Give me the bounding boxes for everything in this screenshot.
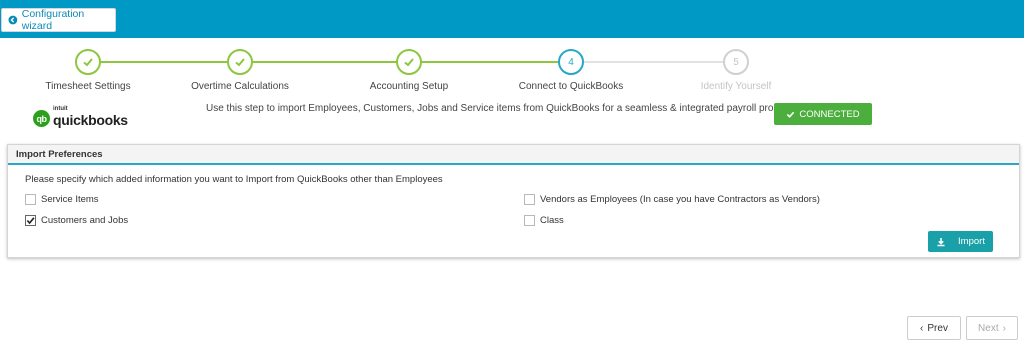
main-content: Timesheet Settings Overtime Calculations… [0, 38, 1024, 345]
step-todo-circle: 5 [723, 49, 749, 75]
import-instruction: Please specify which added information y… [25, 174, 443, 185]
step-timesheet-settings[interactable]: Timesheet Settings [8, 38, 168, 92]
step-identify-yourself[interactable]: 5 Identify Yourself [656, 38, 816, 92]
step-done-circle [227, 49, 253, 75]
step-accounting-setup[interactable]: Accounting Setup [329, 38, 489, 92]
option-vendors-as-employees[interactable]: Vendors as Employees (In case you have C… [524, 194, 820, 205]
step-connect-to-quickbooks[interactable]: 4 Connect to QuickBooks [491, 38, 651, 92]
quickbooks-logo: qb intuit quickbooks [33, 106, 128, 127]
step-label: Identify Yourself [700, 81, 772, 92]
service-items-checkbox[interactable] [25, 194, 36, 205]
option-class[interactable]: Class [524, 215, 564, 226]
option-customers-and-jobs[interactable]: Customers and Jobs [25, 215, 128, 226]
import-preferences-panel: Import Preferences Please specify which … [7, 144, 1020, 258]
connected-label: CONNECTED [799, 108, 860, 120]
step-done-circle [396, 49, 422, 75]
checkmark-icon [235, 58, 245, 67]
quickbooks-description: Use this step to import Employees, Custo… [206, 103, 808, 114]
option-label: Class [540, 215, 564, 226]
connected-status-button[interactable]: CONNECTED [774, 103, 872, 125]
option-label: Customers and Jobs [41, 215, 129, 226]
panel-title: Import Preferences [8, 145, 1019, 165]
quickbooks-label: quickbooks [53, 112, 128, 128]
panel-body: Please specify which added information y… [8, 165, 1019, 257]
prev-label: Prev [927, 322, 948, 334]
vendors-as-employees-checkbox[interactable] [524, 194, 535, 205]
chevron-left-icon: ‹ [920, 322, 924, 334]
step-active-circle: 4 [558, 49, 584, 75]
step-label: Connect to QuickBooks [518, 81, 624, 92]
step-done-circle [75, 49, 101, 75]
configuration-wizard-button[interactable]: Configuration wizard [1, 8, 116, 32]
import-label: Import [958, 236, 985, 247]
configuration-wizard-label: Configuration wizard [21, 8, 85, 32]
option-service-items[interactable]: Service Items [25, 194, 99, 205]
option-label: Service Items [41, 194, 99, 205]
step-label: Timesheet Settings [45, 81, 131, 92]
quickbooks-mark-icon: qb [33, 110, 50, 127]
step-label: Overtime Calculations [191, 81, 289, 92]
top-bar: Configuration wizard [0, 0, 1024, 38]
quickbooks-row: qb intuit quickbooks Use this step to im… [0, 98, 1024, 136]
checkmark-icon [26, 217, 35, 225]
quickbooks-wordmark: intuit quickbooks [53, 106, 128, 127]
chevron-right-icon: › [1002, 322, 1006, 334]
step-overtime-calculations[interactable]: Overtime Calculations [160, 38, 320, 92]
arrow-left-circle-icon [8, 15, 18, 25]
import-button[interactable]: Import [928, 231, 993, 252]
wizard-steps: Timesheet Settings Overtime Calculations… [0, 38, 1024, 98]
checkmark-icon [404, 58, 414, 67]
next-label: Next [978, 322, 999, 334]
checkmark-icon [83, 58, 93, 67]
download-icon [937, 237, 945, 246]
step-label: Accounting Setup [369, 81, 449, 92]
customers-and-jobs-checkbox[interactable] [25, 215, 36, 226]
checkmark-icon [787, 111, 795, 118]
prev-button[interactable]: ‹ Prev [907, 316, 961, 340]
next-button[interactable]: Next › [966, 316, 1018, 340]
class-checkbox[interactable] [524, 215, 535, 226]
option-label: Vendors as Employees (In case you have C… [540, 194, 820, 205]
